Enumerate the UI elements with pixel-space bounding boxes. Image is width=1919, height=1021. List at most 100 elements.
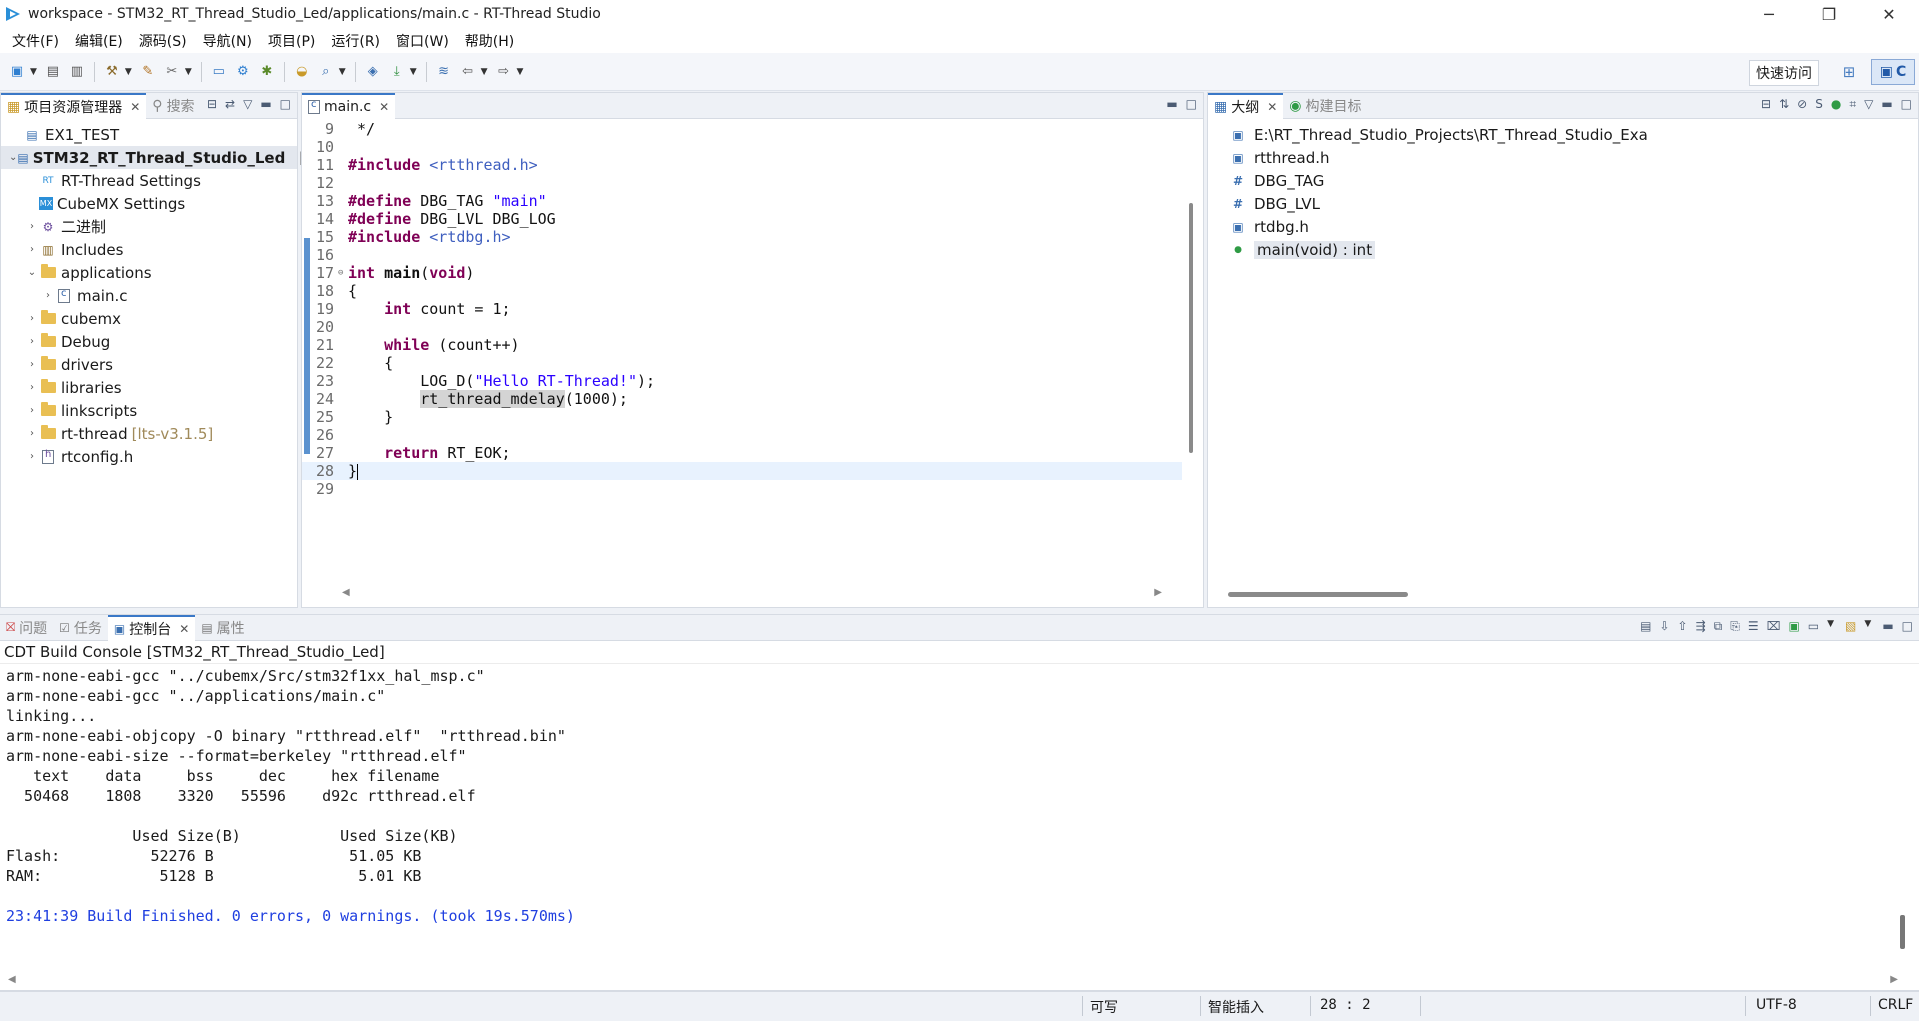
collapse-all-icon[interactable]: ⊟ xyxy=(1761,97,1771,112)
minimize-view-icon[interactable]: ▬ xyxy=(1882,619,1893,634)
tree-item[interactable]: › ⚙ 二进制 xyxy=(1,215,297,238)
console-scroll-thumb[interactable] xyxy=(1900,915,1905,949)
download-dropdown-icon[interactable]: ▼ xyxy=(410,67,417,77)
chevron-right-icon[interactable]: › xyxy=(25,244,39,255)
chevron-right-icon[interactable]: › xyxy=(41,290,55,301)
tree-item[interactable]: › rtconfig.h xyxy=(1,445,297,468)
code-line[interactable]: 10 xyxy=(302,138,1182,156)
build-hammer-icon[interactable]: ⚒ xyxy=(103,63,121,81)
status-line-ending[interactable]: CRLF xyxy=(1878,997,1913,1013)
search-dropdown-icon[interactable]: ▼ xyxy=(339,67,346,77)
tree-item[interactable]: › rt-thread [lts-v3.1.5] xyxy=(1,422,297,445)
code-line[interactable]: 29 xyxy=(302,480,1182,498)
code-line[interactable]: 13 #define DBG_TAG "main" xyxy=(302,192,1182,210)
code-line[interactable]: 24 rt_thread_mdelay(1000); xyxy=(302,390,1182,408)
close-button[interactable]: ✕ xyxy=(1859,0,1919,28)
chevron-right-icon[interactable]: › xyxy=(25,405,39,416)
restore-button[interactable]: ❐ xyxy=(1799,0,1859,28)
search-icon[interactable]: ⌕ xyxy=(317,63,335,81)
chevron-right-icon[interactable]: › xyxy=(25,382,39,393)
minimize-button[interactable]: ─ xyxy=(1739,0,1799,28)
menu-item[interactable]: 运行(R) xyxy=(323,31,388,51)
c-perspective-button[interactable]: ▣ C xyxy=(1871,59,1915,85)
console-output[interactable]: arm-none-eabi-gcc "../cubemx/Src/stm32f1… xyxy=(0,664,1919,926)
link-icon[interactable]: ◈ xyxy=(364,63,382,81)
menu-item[interactable]: 编辑(E) xyxy=(67,31,131,51)
code-line[interactable]: 17 ⊖ int main(void) xyxy=(302,264,1182,282)
forward-dropdown-icon[interactable]: ▼ xyxy=(517,67,524,77)
chevron-right-icon[interactable]: › xyxy=(25,336,39,347)
tree-item[interactable]: › libraries xyxy=(1,376,297,399)
scroll-right-icon[interactable]: ▶ xyxy=(1890,974,1898,985)
code-line[interactable]: 9 */ xyxy=(302,120,1182,138)
scroll-left-icon[interactable]: ◀ xyxy=(342,587,350,598)
minimize-view-icon[interactable]: ▬ xyxy=(1881,97,1892,112)
display-console-icon[interactable]: ▭ xyxy=(1808,619,1819,634)
outline-item[interactable]: # DBG_TAG xyxy=(1208,169,1918,192)
tree-item[interactable]: MX CubeMX Settings xyxy=(1,192,297,215)
editor-horizontal-scrollbar[interactable]: ◀ ▶ xyxy=(342,587,1162,599)
tree-item[interactable]: › linkscripts xyxy=(1,399,297,422)
show-console-icon[interactable]: ▤ xyxy=(1640,619,1651,634)
tab-search[interactable]: ⚲ 搜索 xyxy=(146,93,200,119)
outline-horizontal-scrollbar[interactable] xyxy=(1228,592,1408,597)
link-with-editor-icon[interactable]: ⇄ xyxy=(225,97,235,111)
open-console-icon[interactable]: ▧ xyxy=(1845,619,1856,634)
maximize-view-icon[interactable]: □ xyxy=(1902,619,1913,634)
remove-icon[interactable]: ⌧ xyxy=(1767,619,1781,634)
chevron-right-icon[interactable]: › xyxy=(25,313,39,324)
clear-console-icon[interactable]: ☰ xyxy=(1748,619,1759,634)
debug-bug-icon[interactable]: ✱ xyxy=(258,63,276,81)
code-line[interactable]: 19 int count = 1; xyxy=(302,300,1182,318)
tab-main-c[interactable]: main.c ✕ xyxy=(302,92,396,119)
scroll-lock-icon[interactable]: ⇩ xyxy=(1659,619,1669,634)
code-editor[interactable]: 9 */10 11 #include <rtthread.h> 12 13 #define… xyxy=(302,120,1182,581)
tree-item[interactable]: ▤ EX1_TEST xyxy=(1,123,297,146)
view-menu-icon[interactable]: ▽ xyxy=(1864,97,1873,112)
tab-properties[interactable]: ▤ 属性 xyxy=(195,615,250,641)
open-folder-icon[interactable]: ◒ xyxy=(293,63,311,81)
word-wrap-icon[interactable]: ⇶ xyxy=(1696,619,1706,634)
menu-item[interactable]: 窗口(W) xyxy=(388,31,457,51)
code-line[interactable]: 21 while (count++) xyxy=(302,336,1182,354)
fold-toggle-icon[interactable]: ⊖ xyxy=(338,268,348,278)
new-dropdown-icon[interactable]: ▼ xyxy=(30,67,37,77)
outline-item[interactable]: ● main(void) : int xyxy=(1208,238,1918,261)
tree-item[interactable]: › Debug xyxy=(1,330,297,353)
download-icon[interactable]: ⤓ xyxy=(388,63,406,81)
code-line[interactable]: 28} xyxy=(302,462,1182,480)
code-line[interactable]: 25 } xyxy=(302,408,1182,426)
open-console-dropdown-icon[interactable]: ▼ xyxy=(1864,619,1871,634)
scroll-thumb[interactable] xyxy=(1189,203,1193,453)
console-horizontal-scrollbar[interactable]: ◀ ▶ xyxy=(8,974,1898,986)
menu-item[interactable]: 文件(F) xyxy=(4,31,67,51)
code-line[interactable]: 23 LOG_D("Hello RT-Thread!"); xyxy=(302,372,1182,390)
menu-item[interactable]: 项目(P) xyxy=(260,31,323,51)
tab-console[interactable]: ▣ 控制台 ✕ xyxy=(107,614,196,641)
tab-problems[interactable]: ⛝ 问题 xyxy=(0,615,53,641)
chevron-right-icon[interactable]: › xyxy=(25,428,39,439)
view-menu-icon[interactable]: ▽ xyxy=(243,97,252,111)
rebuild-icon[interactable]: ✎ xyxy=(139,63,157,81)
tree-item[interactable]: › main.c xyxy=(1,284,297,307)
chevron-right-icon[interactable]: › xyxy=(25,359,39,370)
tab-build-targets[interactable]: ◉ 构建目标 xyxy=(1283,93,1367,119)
new-icon[interactable]: ▣ xyxy=(8,63,26,81)
save-all-icon[interactable]: ▥ xyxy=(68,63,86,81)
paste-icon[interactable]: ⎘ xyxy=(1730,619,1740,634)
code-line[interactable]: 20 xyxy=(302,318,1182,336)
close-icon[interactable]: ✕ xyxy=(379,100,389,114)
hide-non-public-icon[interactable]: ● xyxy=(1831,97,1841,112)
build-dropdown-icon[interactable]: ▼ xyxy=(125,67,132,77)
clean-dropdown-icon[interactable]: ▼ xyxy=(185,67,192,77)
tree-item[interactable]: ⌄▤STM32_RT_Thread_Studio_Led [Active - xyxy=(1,146,370,169)
back-arrow-icon[interactable]: ⇦ xyxy=(459,63,477,81)
code-line[interactable]: 22 { xyxy=(302,354,1182,372)
maximize-view-icon[interactable]: □ xyxy=(1186,97,1197,111)
clean-icon[interactable]: ✂ xyxy=(163,63,181,81)
minimize-view-icon[interactable]: ▬ xyxy=(260,97,271,111)
close-icon[interactable]: ✕ xyxy=(179,622,189,636)
tree-item[interactable]: RT RT-Thread Settings xyxy=(1,169,297,192)
hide-static-icon[interactable]: S xyxy=(1815,97,1823,112)
code-line[interactable]: 12 xyxy=(302,174,1182,192)
